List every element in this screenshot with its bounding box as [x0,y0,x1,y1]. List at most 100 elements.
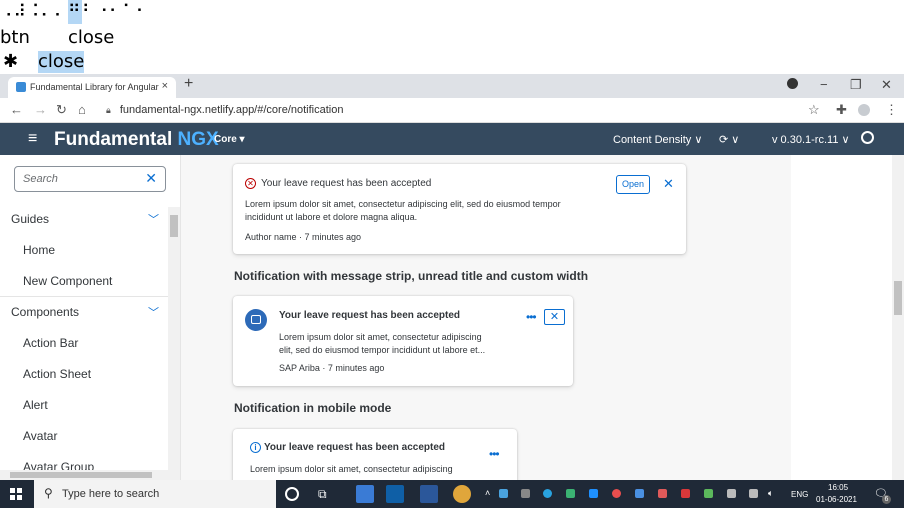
tray-expand-icon[interactable]: ˄ [485,488,490,498]
back-icon[interactable]: ← [10,102,23,117]
word-icon[interactable] [420,485,438,503]
browser-menu-icon[interactable]: ⋮ [885,102,898,118]
tray-icon[interactable] [612,489,621,498]
notification-title: Your leave request has been accepted [279,310,461,321]
clock-time[interactable]: 16:05 [828,483,848,492]
tray-icon[interactable] [521,489,530,498]
taskbar-search[interactable]: ⚲ Type here to search [34,480,276,508]
notification-body-line-1: Lorem ipsum dolor sit amet, consectetur … [245,199,561,209]
tray-icon[interactable] [499,489,508,498]
tray-icon[interactable] [543,489,552,498]
open-button[interactable]: Open [616,175,650,194]
notification-count-badge: 6 [882,495,891,504]
sidebar-divider [0,296,168,297]
sidebar-hscrollbar[interactable] [0,470,168,480]
search-clear-icon[interactable]: ✕ [145,170,157,187]
tray-icon[interactable] [589,489,598,498]
sidebar-item-new-component[interactable]: New Component [23,274,112,288]
document-icon [251,315,261,324]
tab-title: Fundamental Library for Angular [30,82,159,92]
brand-text: Fundamental [54,129,178,150]
url-text: fundamental-ngx.netlify.app/#/core/notif… [119,104,344,116]
more-options-icon[interactable]: ••• [526,310,537,324]
sidebar-group-components[interactable]: Components [11,305,79,319]
restore-icon[interactable]: ❐ [850,77,862,93]
cortana-icon[interactable] [285,487,299,501]
chevron-down-icon[interactable]: ﹀ [148,211,159,227]
battery-icon[interactable] [727,489,736,498]
product-menu[interactable]: Core ▾ [214,134,245,145]
window-close-icon[interactable]: ✕ [881,77,892,93]
version-menu[interactable]: v 0.30.1-rc.11 ∨ [772,133,850,146]
notification-body-line-1: Lorem ipsum dolor sit amet, consectetur … [250,464,453,474]
page-scroll-thumb[interactable] [894,281,902,315]
debug-strip: ⠠⠼⠨⠄⠄ ⠛ ⠃⠐⠂⠁⠂ btn close ✱ close [0,0,904,74]
language-indicator[interactable]: ENG [791,490,808,499]
search-placeholder: Search [23,173,58,185]
reload-icon[interactable]: ↻ [56,102,67,118]
content-density-label: Content Density [613,134,692,146]
sidebar-item-avatar[interactable]: Avatar [23,429,57,443]
chrome-icon[interactable] [453,485,471,503]
notification-card-1: ✕ Your leave request has been accepted O… [233,164,686,254]
home-icon[interactable]: ⌂ [78,102,86,117]
right-pane [791,155,892,480]
tray-icon[interactable] [635,489,644,498]
tray-icon[interactable] [658,489,667,498]
browser-tab[interactable]: Fundamental Library for Angular × [8,77,176,98]
gear-icon: ✱ [3,51,19,72]
sidebar-group-guides[interactable]: Guides [11,212,49,226]
hamburger-menu-icon[interactable]: ≡ [28,130,37,148]
task-view-icon[interactable]: ⧉ [318,487,336,505]
sidebar-item-home[interactable]: Home [23,243,55,257]
volume-icon[interactable]: 🔈︎ [768,488,773,499]
windows-taskbar: ⚲ Type here to search ⧉ ˄ 🔈︎ ENG 16:05 0… [0,480,904,508]
minimize-icon[interactable]: − [820,77,828,92]
tray-icon[interactable] [681,489,690,498]
notification-card-3: i Your leave request has been accepted •… [233,429,517,480]
page-scrollbar[interactable] [892,155,904,480]
close-icon[interactable]: ✕ [663,176,674,192]
braille-text-1: ⠠⠼⠨⠄⠄ [0,2,68,22]
close-button[interactable]: ✕ [544,309,565,325]
tray-icon[interactable] [704,489,713,498]
theme-menu[interactable]: ⟳ ∨ [719,133,739,146]
notification-card-2: Your leave request has been accepted •••… [233,296,573,386]
notification-title: Your leave request has been accepted [261,178,432,189]
app-shellbar: ≡ Fundamental NGX Core ▾ Content Density… [0,123,904,155]
notification-body-line-2: incididunt ut labore et dolore magna ali… [245,212,418,222]
search-input[interactable]: Search ✕ [14,166,166,192]
notification-meta: Author name · 7 minutes ago [245,232,362,242]
account-icon[interactable] [858,104,870,116]
tray-icon[interactable] [566,489,575,498]
sidebar-item-alert[interactable]: Alert [23,398,48,412]
forward-icon[interactable]: → [34,102,47,117]
error-icon: ✕ [245,178,256,189]
start-icon[interactable] [10,488,22,500]
new-tab-icon[interactable]: + [184,75,193,93]
app-brand[interactable]: Fundamental NGX [54,129,219,151]
sidebar-scroll-thumb[interactable] [170,215,178,237]
sidebar-hscroll-thumb[interactable] [10,472,152,478]
content-density-menu[interactable]: Content Density ∨ [613,133,702,146]
profile-icon[interactable] [787,78,798,89]
bookmark-star-icon[interactable]: ☆ [808,102,820,118]
section-title: Notification in mobile mode [234,401,392,415]
more-options-icon[interactable]: ••• [489,447,500,461]
app-icon[interactable] [386,485,404,503]
sidebar-scrollbar[interactable] [168,207,180,480]
network-icon[interactable] [749,489,758,498]
chevron-down-icon[interactable]: ﹀ [148,304,159,320]
url-field[interactable]: 🔒︎ fundamental-ngx.netlify.app/#/core/no… [100,101,800,120]
notification-meta: SAP Ariba · 7 minutes ago [279,363,385,373]
avatar [245,309,267,331]
file-explorer-icon[interactable] [356,485,374,503]
clock-date[interactable]: 01-06-2021 [816,495,857,504]
notification-body-line-2: elit, sed do eiusmod tempor incididunt u… [279,345,486,355]
tab-close-icon[interactable]: × [162,80,168,92]
extensions-icon[interactable]: ✚ [836,102,847,118]
sidebar-item-action-bar[interactable]: Action Bar [23,336,78,350]
info-icon: i [250,442,261,453]
sidebar-item-action-sheet[interactable]: Action Sheet [23,367,91,381]
github-icon[interactable] [861,131,874,144]
